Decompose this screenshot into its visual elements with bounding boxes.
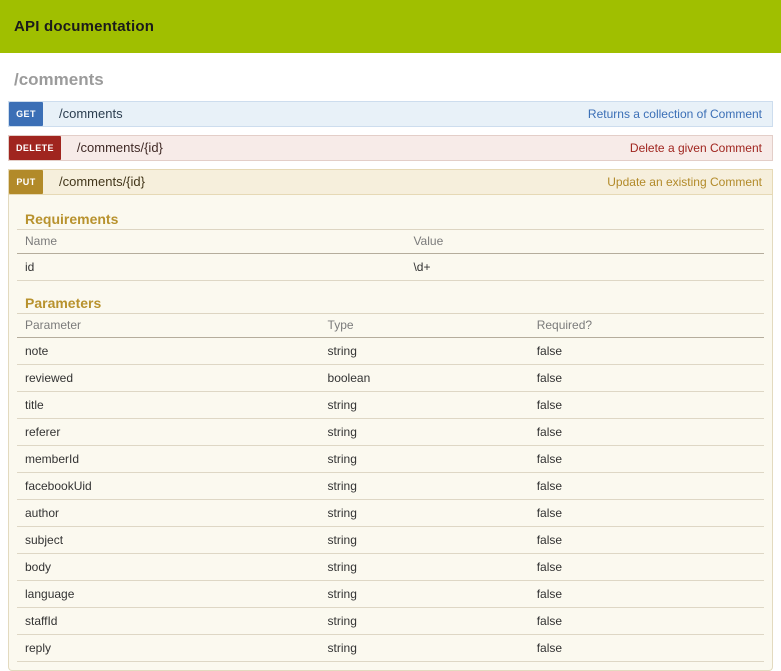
parameter-row: author string false — [17, 500, 764, 527]
parameter-type-cell: string — [320, 446, 529, 473]
parameter-type-cell: string — [320, 419, 529, 446]
parameters-table: Parameter Type Required? note string fal… — [17, 313, 764, 662]
parameter-type-cell: string — [320, 554, 529, 581]
parameter-required-cell: false — [529, 419, 764, 446]
method-badge-get: GET — [9, 102, 43, 126]
parameter-name-cell: reviewed — [17, 365, 320, 392]
parameter-required-cell: false — [529, 500, 764, 527]
endpoint-path: /comments/{id} — [59, 170, 145, 194]
parameter-name-cell: title — [17, 392, 320, 419]
section-title: /comments — [14, 70, 767, 90]
page-title: API documentation — [14, 18, 154, 35]
requirement-value-cell: \d+ — [405, 254, 764, 281]
parameter-row: referer string false — [17, 419, 764, 446]
parameter-row: title string false — [17, 392, 764, 419]
parameter-required-cell: false — [529, 392, 764, 419]
requirements-heading: Requirements — [25, 211, 764, 227]
parameter-name-cell: note — [17, 338, 320, 365]
requirements-table: Name Value id \d+ — [17, 229, 764, 281]
column-header-value: Value — [405, 230, 764, 254]
parameter-row: note string false — [17, 338, 764, 365]
endpoint-path: /comments — [59, 102, 123, 126]
parameter-required-cell: false — [529, 473, 764, 500]
parameter-name-cell: language — [17, 581, 320, 608]
parameter-type-cell: string — [320, 527, 529, 554]
parameter-required-cell: false — [529, 338, 764, 365]
parameters-heading: Parameters — [25, 295, 764, 311]
parameter-type-cell: string — [320, 635, 529, 662]
requirement-name-cell: id — [17, 254, 405, 281]
parameter-row: language string false — [17, 581, 764, 608]
parameter-type-cell: string — [320, 338, 529, 365]
parameter-name-cell: referer — [17, 419, 320, 446]
endpoint-row-get[interactable]: GET /comments Returns a collection of Co… — [8, 101, 773, 127]
parameter-row: reviewed boolean false — [17, 365, 764, 392]
column-header-name: Name — [17, 230, 405, 254]
column-header-type: Type — [320, 314, 529, 338]
parameter-required-cell: false — [529, 635, 764, 662]
parameter-row: memberId string false — [17, 446, 764, 473]
requirement-row: id \d+ — [17, 254, 764, 281]
parameter-name-cell: facebookUid — [17, 473, 320, 500]
parameter-type-cell: string — [320, 581, 529, 608]
parameter-required-cell: false — [529, 608, 764, 635]
parameter-type-cell: string — [320, 608, 529, 635]
parameter-row: facebookUid string false — [17, 473, 764, 500]
parameter-required-cell: false — [529, 365, 764, 392]
requirements-header-row: Name Value — [17, 230, 764, 254]
parameter-type-cell: string — [320, 473, 529, 500]
parameter-row: reply string false — [17, 635, 764, 662]
method-badge-put: PUT — [9, 170, 43, 194]
parameter-required-cell: false — [529, 527, 764, 554]
method-badge-delete: DELETE — [9, 136, 61, 160]
parameter-required-cell: false — [529, 581, 764, 608]
column-header-required: Required? — [529, 314, 764, 338]
column-header-parameter: Parameter — [17, 314, 320, 338]
endpoint-description: Returns a collection of Comment — [588, 102, 772, 126]
parameter-row: staffId string false — [17, 608, 764, 635]
parameter-type-cell: string — [320, 500, 529, 527]
parameters-header-row: Parameter Type Required? — [17, 314, 764, 338]
parameter-name-cell: body — [17, 554, 320, 581]
main-content: /comments GET /comments Returns a collec… — [0, 70, 781, 671]
endpoint-row-delete[interactable]: DELETE /comments/{id} Delete a given Com… — [8, 135, 773, 161]
parameter-name-cell: reply — [17, 635, 320, 662]
parameter-name-cell: author — [17, 500, 320, 527]
parameter-required-cell: false — [529, 446, 764, 473]
endpoint-row-put[interactable]: PUT /comments/{id} Update an existing Co… — [8, 169, 773, 195]
parameter-type-cell: string — [320, 392, 529, 419]
parameter-name-cell: subject — [17, 527, 320, 554]
parameter-name-cell: memberId — [17, 446, 320, 473]
parameter-type-cell: boolean — [320, 365, 529, 392]
put-details-panel: Requirements Name Value id \d+ Parameter… — [8, 195, 773, 671]
parameter-row: subject string false — [17, 527, 764, 554]
parameter-row: body string false — [17, 554, 764, 581]
app-header: API documentation — [0, 0, 781, 53]
parameter-required-cell: false — [529, 554, 764, 581]
parameter-name-cell: staffId — [17, 608, 320, 635]
endpoint-path: /comments/{id} — [77, 136, 163, 160]
endpoint-description: Delete a given Comment — [630, 136, 772, 160]
endpoint-description: Update an existing Comment — [607, 170, 772, 194]
